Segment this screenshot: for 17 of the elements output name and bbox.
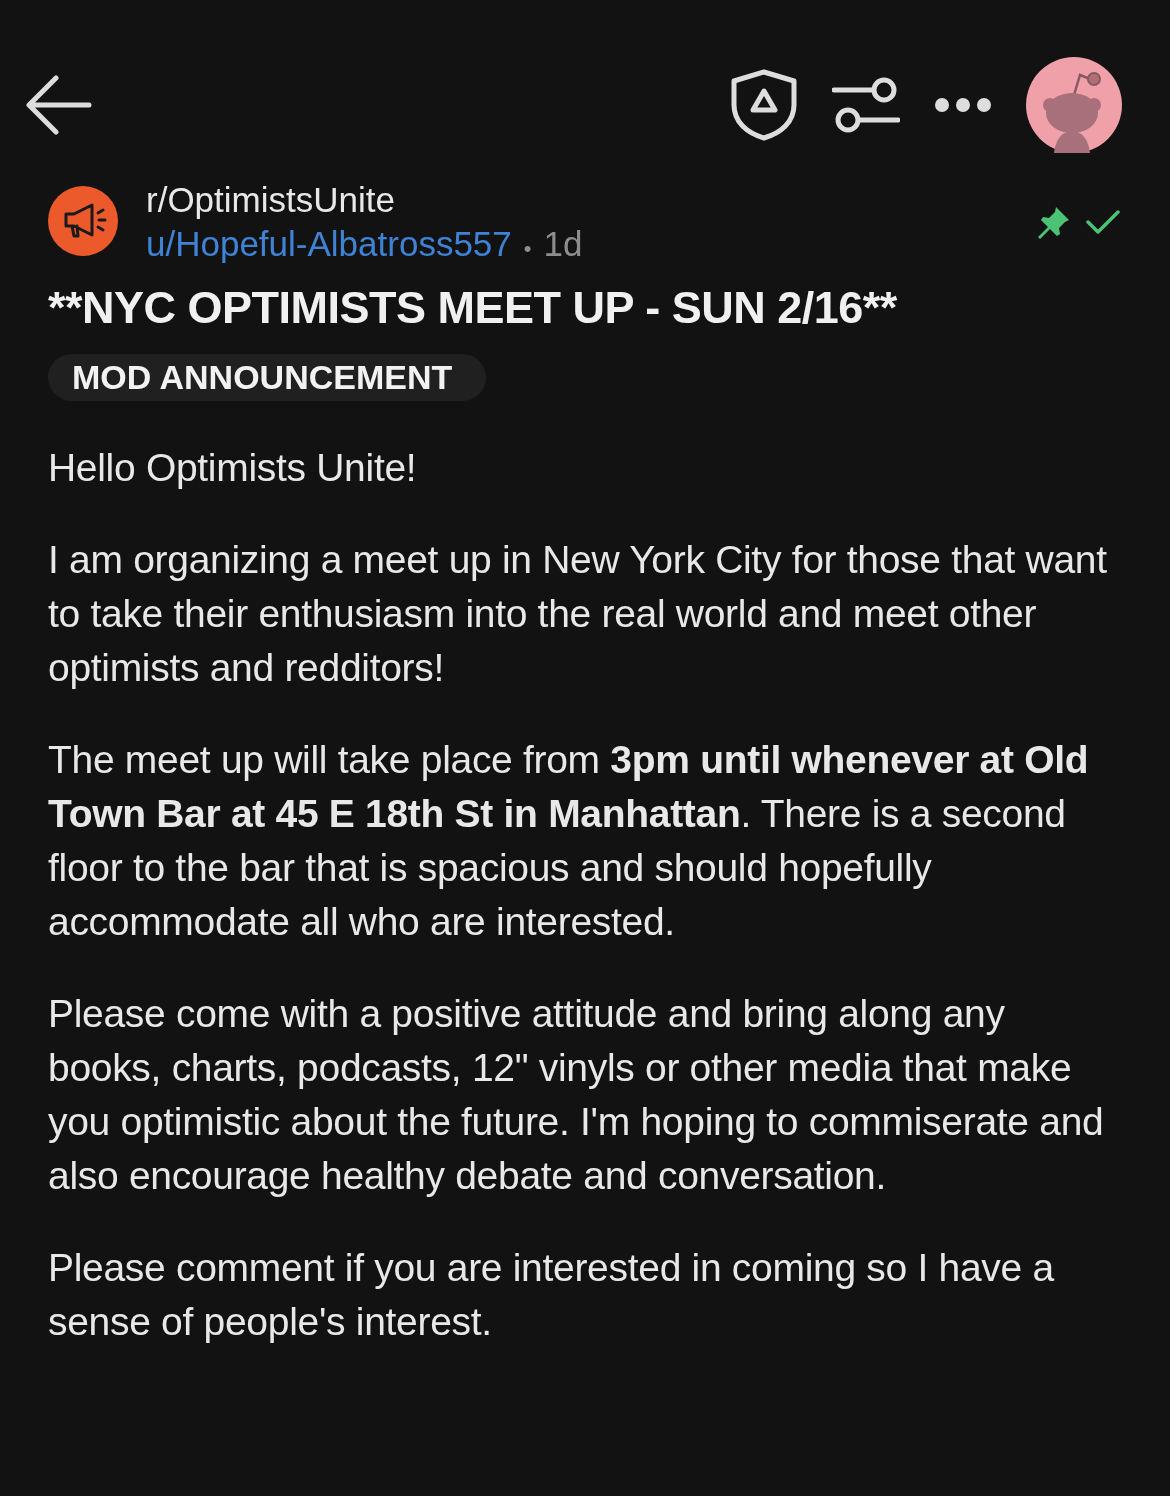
flair-tag[interactable]: MOD ANNOUNCEMENT (48, 354, 487, 401)
community-name[interactable]: r/OptimistsUnite (146, 180, 1036, 220)
body-paragraph: The meet up will take place from 3pm until whenever at Old Town Bar at 45 E 18th St in Manhattan. There is a second floor to the bar that is spacious and should hopefully accommodate all who are interested. (48, 737, 1090, 945)
body-paragraph: Hello Optimists Unite! (48, 445, 418, 491)
body-paragraph: I am organizing a meet up in New York City for those that want to take their enthusiasm into the real world and meet other optimists and redditors! (48, 537, 1108, 691)
avatar-icon[interactable] (1026, 57, 1122, 153)
post-title: **NYC OPTIMISTS MEET UP - SUN 2/16** (48, 282, 898, 334)
body-paragraph: Please come with a positive attitude and bring along any books, charts, podcasts, 12" vinyls or other media that make you optimistic about the future. I'm hoping to commiserate and also encourage healthy debate and conversation. (48, 991, 1105, 1199)
settings-icon[interactable] (832, 77, 900, 133)
separator-dot: • (523, 236, 532, 262)
author-link[interactable]: u/Hopeful-Albatross557 (146, 224, 512, 264)
megaphone-icon[interactable] (48, 186, 118, 256)
back-icon[interactable] (26, 74, 92, 136)
shield-icon[interactable] (730, 69, 798, 141)
more-icon[interactable] (934, 97, 992, 113)
post-age: 1d (543, 224, 583, 264)
body-paragraph: Please comment if you are interested in coming so I have a sense of people's interest. (48, 1245, 1056, 1345)
